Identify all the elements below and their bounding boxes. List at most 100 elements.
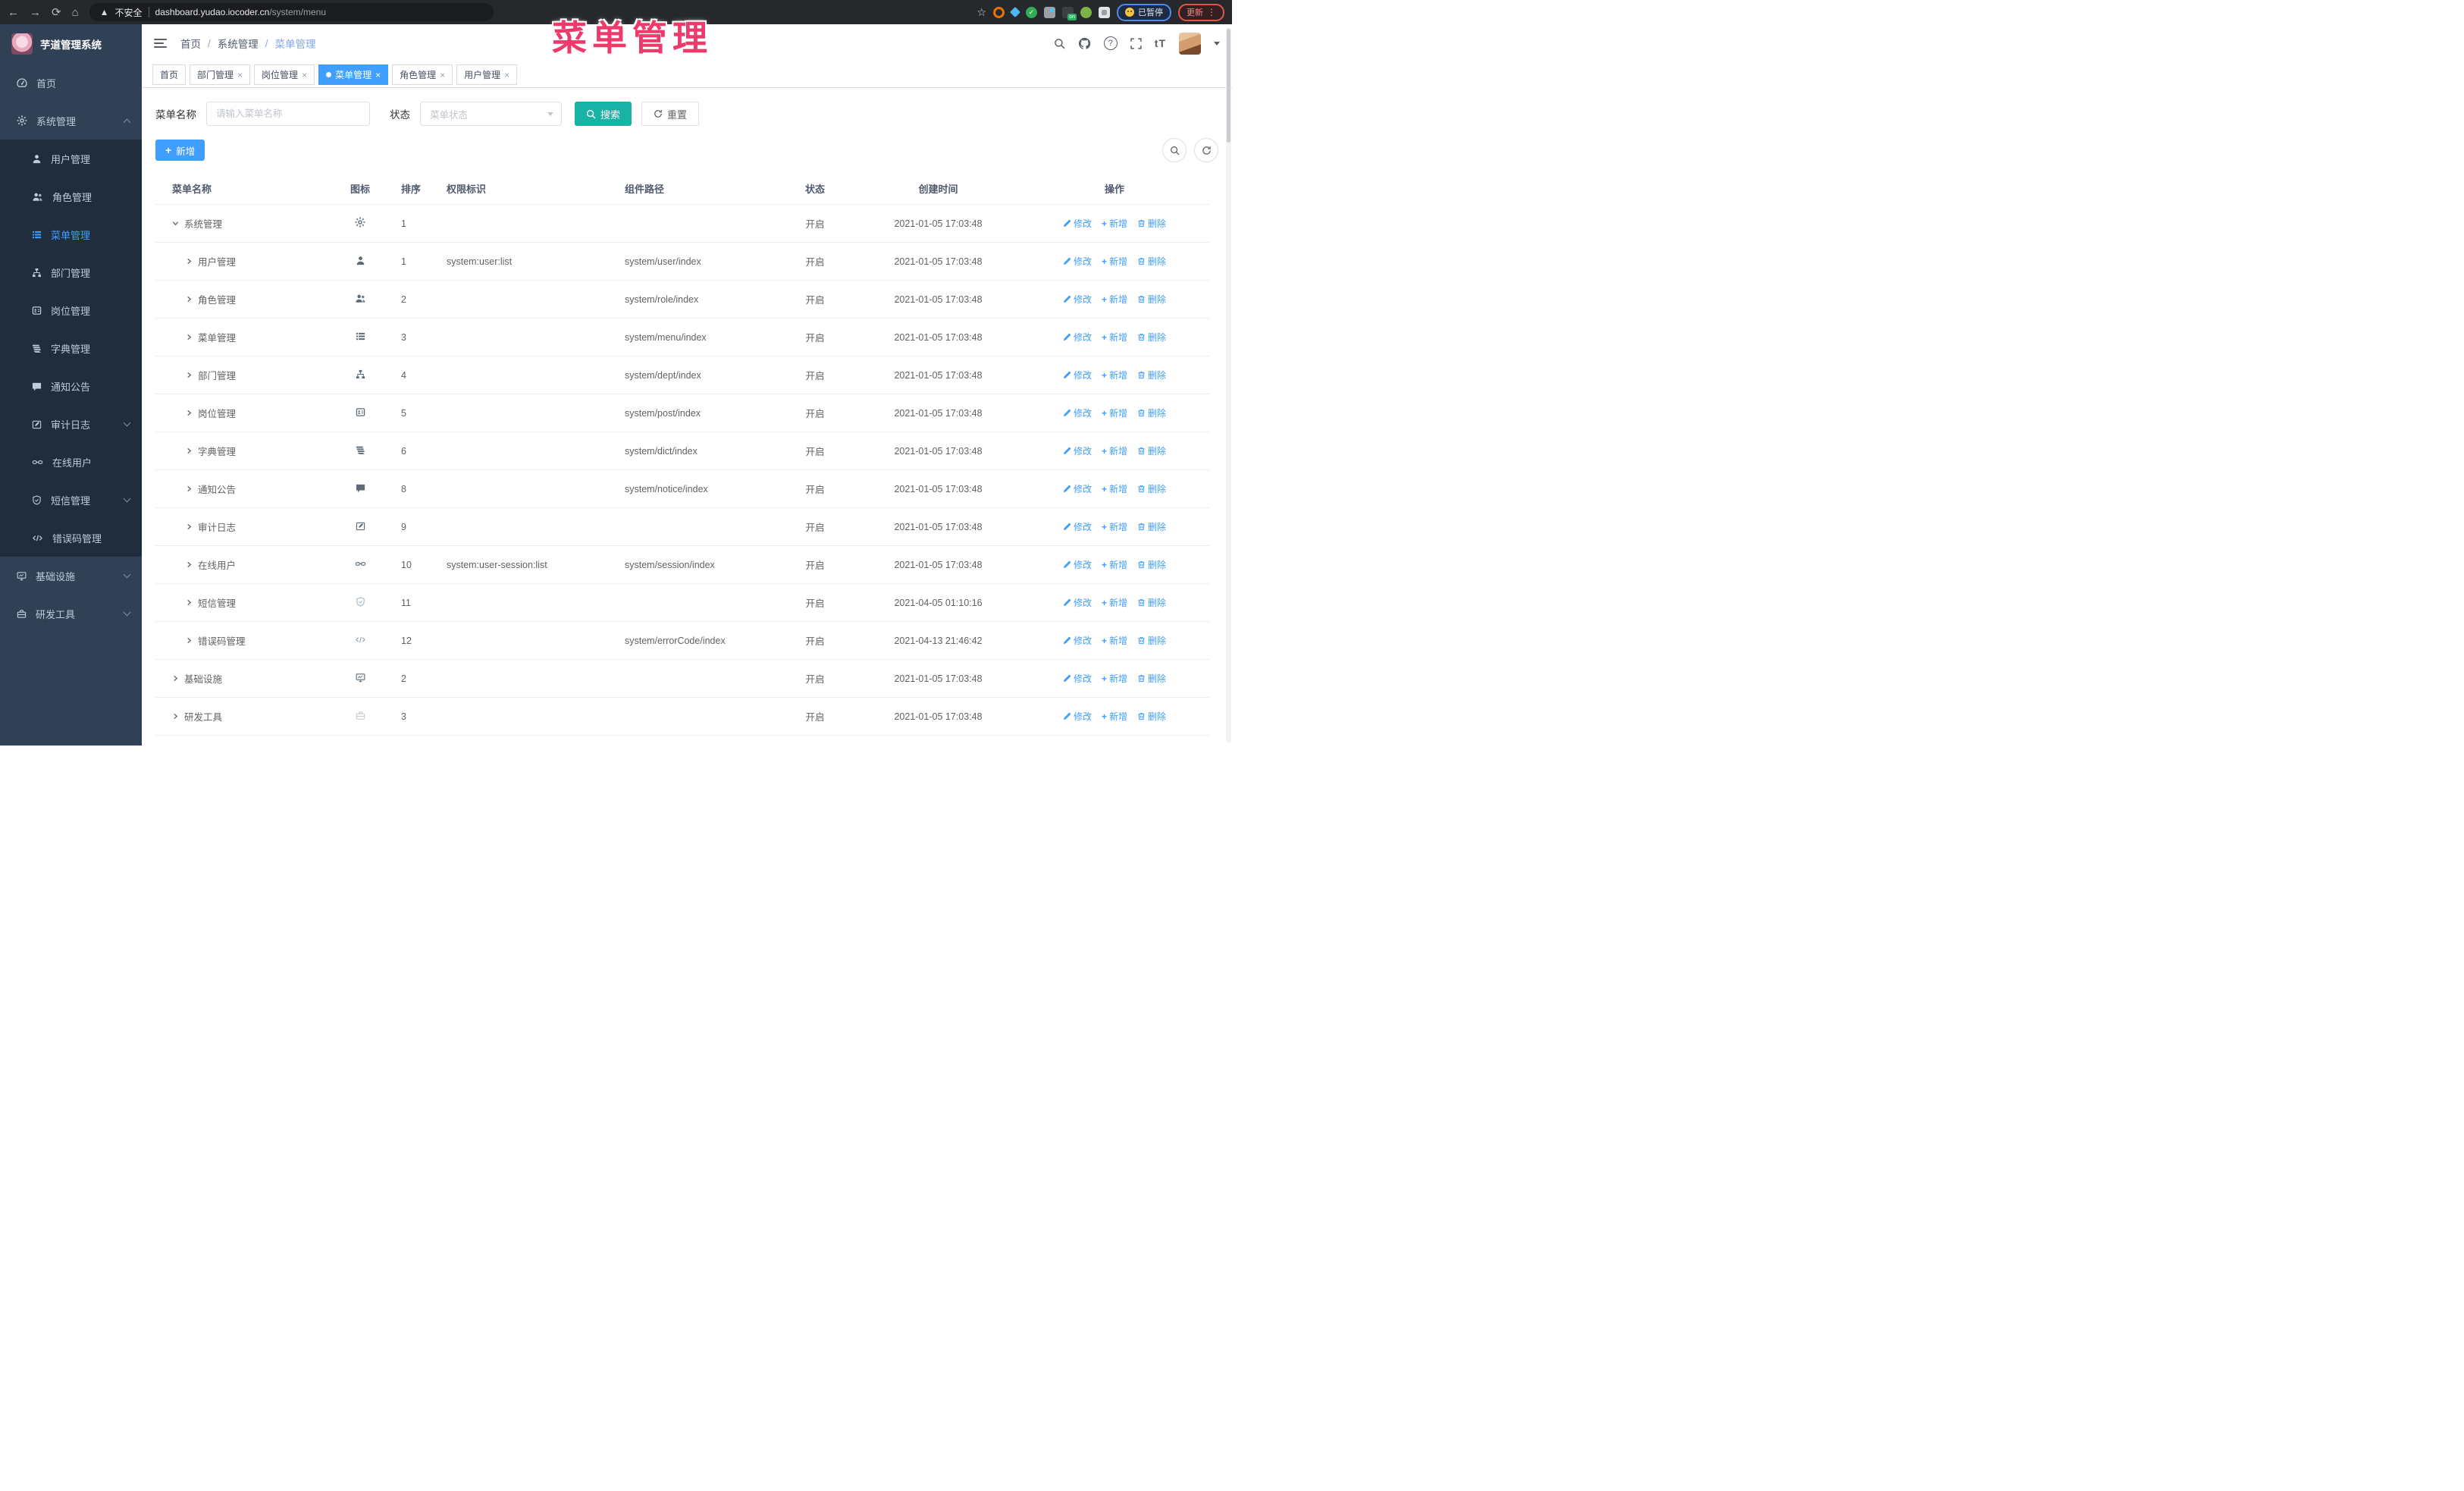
- page-scrollbar[interactable]: [1226, 27, 1231, 742]
- reset-button[interactable]: 重置: [641, 102, 700, 126]
- chevron-right-icon[interactable]: [172, 675, 179, 682]
- extension-green-check-icon[interactable]: ✓: [1026, 6, 1037, 18]
- op-edit-button[interactable]: 修改: [1063, 520, 1092, 533]
- tab-user[interactable]: 用户管理 ×: [456, 64, 518, 85]
- sidebar-item-system[interactable]: 系统管理: [0, 102, 142, 140]
- table-row-dept[interactable]: 部门管理 4 system/dept/index 开启 2021-01-05 17:03…: [155, 356, 1209, 394]
- sidebar-item-infra[interactable]: 基础设施: [0, 557, 142, 595]
- op-add-button[interactable]: + 新增: [1102, 331, 1127, 344]
- table-row-online-user[interactable]: 在线用户 10 system:user-session:list system/ses…: [155, 546, 1209, 584]
- extension-puzzle-icon[interactable]: [1099, 6, 1110, 18]
- op-delete-button[interactable]: 删除: [1137, 596, 1166, 609]
- close-icon[interactable]: ×: [237, 71, 243, 80]
- menu-name-input[interactable]: [206, 102, 370, 126]
- search-icon[interactable]: [1054, 38, 1065, 49]
- tab-home[interactable]: 首页: [152, 64, 187, 85]
- extension-green-key-icon[interactable]: [1080, 6, 1092, 18]
- close-icon[interactable]: ×: [375, 71, 381, 80]
- extension-orange-ring-icon[interactable]: [993, 6, 1005, 18]
- tab-post[interactable]: 岗位管理 ×: [254, 64, 315, 85]
- chevron-right-icon[interactable]: [172, 713, 179, 720]
- table-row-audit-log[interactable]: 审计日志 9 开启 2021-01-05 17:03:48 修改 + 新增 删除: [155, 508, 1209, 546]
- chevron-right-icon[interactable]: [186, 296, 193, 303]
- browser-back-icon[interactable]: ←: [8, 7, 19, 18]
- sidebar-item-dev-tools[interactable]: 研发工具: [0, 595, 142, 632]
- sidebar-item-user[interactable]: 用户管理: [0, 140, 142, 177]
- breadcrumb-item[interactable]: 首页: [180, 36, 201, 51]
- table-row-post[interactable]: 岗位管理 5 system/post/index 开启 2021-01-05 17:03…: [155, 394, 1209, 432]
- op-edit-button[interactable]: 修改: [1063, 217, 1092, 230]
- op-add-button[interactable]: + 新增: [1102, 293, 1127, 306]
- op-delete-button[interactable]: 删除: [1137, 520, 1166, 533]
- close-icon[interactable]: ×: [302, 71, 307, 80]
- op-edit-button[interactable]: 修改: [1063, 596, 1092, 609]
- op-delete-button[interactable]: 删除: [1137, 331, 1166, 344]
- table-row-menu[interactable]: 菜单管理 3 system/menu/index 开启 2021-01-05 17:03…: [155, 319, 1209, 356]
- op-add-button[interactable]: + 新增: [1102, 369, 1127, 381]
- op-add-button[interactable]: + 新增: [1102, 444, 1127, 457]
- sidebar-item-online-user[interactable]: 在线用户: [0, 443, 142, 481]
- browser-forward-icon[interactable]: →: [30, 7, 41, 18]
- op-delete-button[interactable]: 删除: [1137, 217, 1166, 230]
- close-icon[interactable]: ×: [504, 71, 509, 80]
- add-button[interactable]: + 新增: [155, 140, 205, 161]
- sidebar-item-dept[interactable]: 部门管理: [0, 253, 142, 291]
- browser-menu-icon[interactable]: ⋮: [1207, 7, 1216, 17]
- search-button[interactable]: 搜索: [575, 102, 632, 126]
- extension-server-icon[interactable]: on: [1062, 6, 1077, 20]
- chevron-right-icon[interactable]: [186, 334, 193, 341]
- op-delete-button[interactable]: 删除: [1137, 444, 1166, 457]
- browser-reload-icon[interactable]: ⟳: [52, 7, 61, 18]
- bookmark-star-icon[interactable]: ☆: [977, 6, 986, 19]
- table-row-user[interactable]: 用户管理 1 system:user:list system/user/index 开启…: [155, 243, 1209, 281]
- table-row-role[interactable]: 角色管理 2 system/role/index 开启 2021-01-05 17:03…: [155, 281, 1209, 319]
- op-delete-button[interactable]: 删除: [1137, 672, 1166, 685]
- op-delete-button[interactable]: 删除: [1137, 255, 1166, 268]
- op-add-button[interactable]: + 新增: [1102, 255, 1127, 268]
- hamburger-icon[interactable]: [154, 39, 167, 48]
- sidebar-item-home[interactable]: 首页: [0, 64, 142, 102]
- table-row-error-code[interactable]: 错误码管理 12 system/errorCode/index 开启 2021-04-1…: [155, 622, 1209, 660]
- table-row-system[interactable]: 系统管理 1 开启 2021-01-05 17:03:48 修改 + 新增 删除: [155, 205, 1209, 243]
- chevron-down-icon[interactable]: [1214, 41, 1220, 46]
- op-delete-button[interactable]: 删除: [1137, 406, 1166, 419]
- op-edit-button[interactable]: 修改: [1063, 672, 1092, 685]
- op-delete-button[interactable]: 删除: [1137, 293, 1166, 306]
- chevron-right-icon[interactable]: [186, 447, 193, 454]
- sidebar-item-sms[interactable]: 短信管理: [0, 481, 142, 519]
- help-icon[interactable]: ?: [1103, 36, 1118, 50]
- op-add-button[interactable]: + 新增: [1102, 217, 1127, 230]
- chevron-right-icon[interactable]: [186, 258, 193, 265]
- op-edit-button[interactable]: 修改: [1063, 369, 1092, 381]
- op-edit-button[interactable]: 修改: [1063, 482, 1092, 495]
- user-avatar[interactable]: [1179, 32, 1201, 55]
- op-add-button[interactable]: + 新增: [1102, 558, 1127, 571]
- sidebar-item-error-code[interactable]: 错误码管理: [0, 519, 142, 557]
- chevron-right-icon[interactable]: [186, 485, 193, 492]
- op-delete-button[interactable]: 删除: [1137, 634, 1166, 647]
- browser-update-button[interactable]: 更新 ⋮: [1178, 3, 1224, 21]
- chevron-right-icon[interactable]: [186, 410, 193, 416]
- extension-paused-badge[interactable]: 已暂停: [1117, 3, 1171, 21]
- browser-home-icon[interactable]: ⌂: [72, 7, 79, 18]
- github-icon[interactable]: [1078, 37, 1091, 50]
- op-edit-button[interactable]: 修改: [1063, 710, 1092, 723]
- op-edit-button[interactable]: 修改: [1063, 293, 1092, 306]
- sidebar-item-dict[interactable]: 字典管理: [0, 329, 142, 367]
- op-delete-button[interactable]: 删除: [1137, 369, 1166, 381]
- op-delete-button[interactable]: 删除: [1137, 482, 1166, 495]
- extension-blue-gem-icon[interactable]: [1009, 6, 1021, 18]
- op-add-button[interactable]: + 新增: [1102, 520, 1127, 533]
- sidebar-item-notice[interactable]: 通知公告: [0, 367, 142, 405]
- table-row-infra[interactable]: 基础设施 2 开启 2021-01-05 17:03:48 修改 + 新增 删除: [155, 660, 1209, 698]
- toggle-search-button[interactable]: [1162, 138, 1187, 162]
- op-edit-button[interactable]: 修改: [1063, 444, 1092, 457]
- op-edit-button[interactable]: 修改: [1063, 634, 1092, 647]
- op-edit-button[interactable]: 修改: [1063, 255, 1092, 268]
- chevron-right-icon[interactable]: [186, 561, 193, 568]
- op-edit-button[interactable]: 修改: [1063, 406, 1092, 419]
- tab-role[interactable]: 角色管理 ×: [392, 64, 453, 85]
- chevron-down-icon[interactable]: [172, 220, 179, 227]
- refresh-table-button[interactable]: [1194, 138, 1218, 162]
- table-row-dict[interactable]: 字典管理 6 system/dict/index 开启 2021-01-05 17:03…: [155, 432, 1209, 470]
